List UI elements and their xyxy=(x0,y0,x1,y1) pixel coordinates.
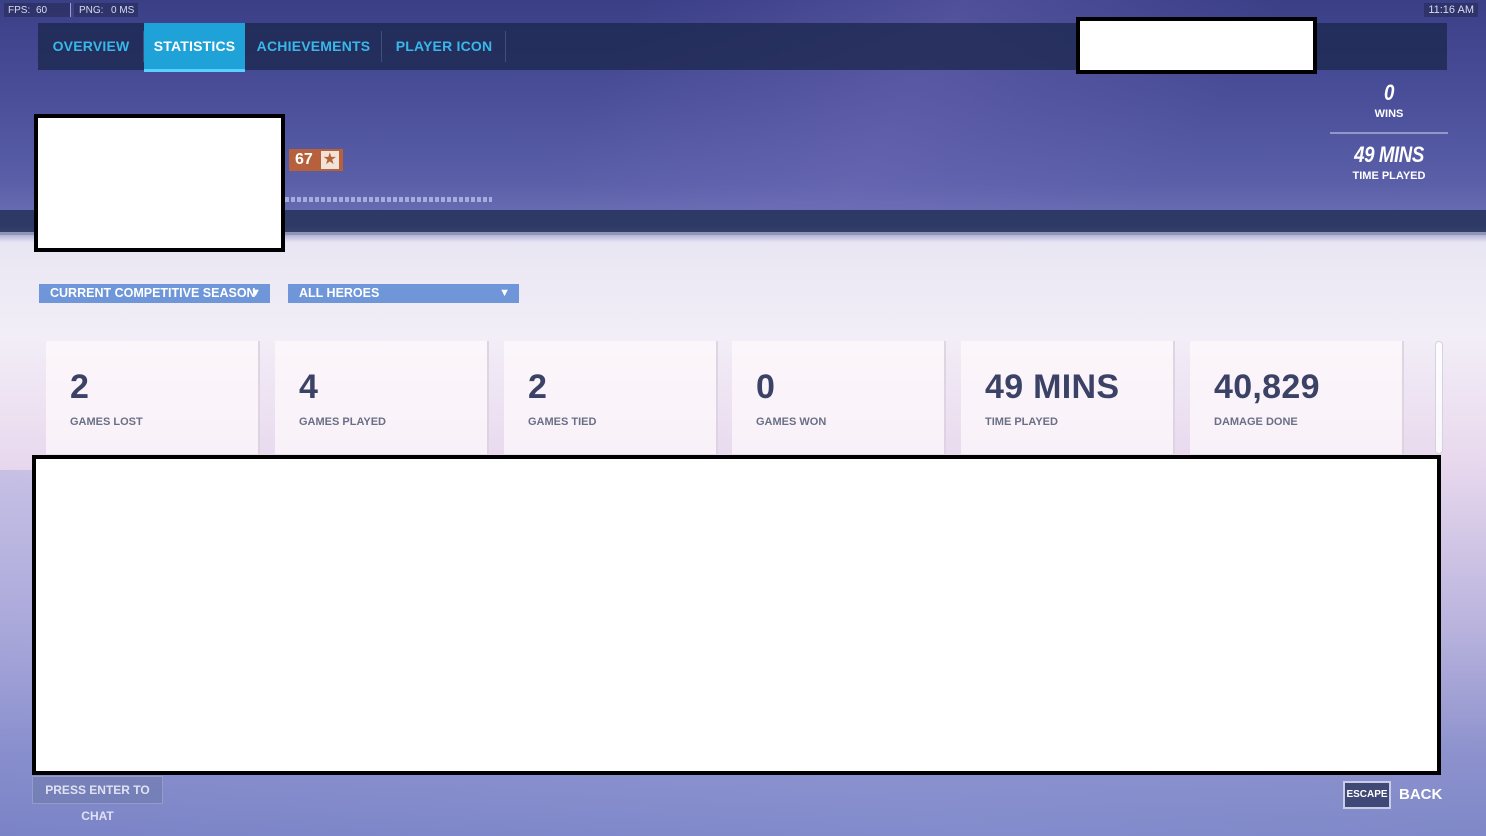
level-star-frame: ★ xyxy=(316,149,343,171)
stat-card: 40,829 DAMAGE DONE xyxy=(1190,341,1404,454)
xp-progress-bar xyxy=(285,197,492,202)
redacted-player-name xyxy=(1076,17,1317,74)
stat-value: 4 xyxy=(299,368,319,406)
tab-player-icon[interactable]: PLAYER ICON xyxy=(382,23,506,70)
stat-value: 40,829 xyxy=(1214,368,1320,406)
stat-label: DAMAGE DONE xyxy=(1214,416,1298,428)
heroes-dropdown-value: ALL HEROES xyxy=(299,286,380,300)
level-number: 67 xyxy=(289,149,317,171)
ping-counter: PNG: 0 MS xyxy=(74,3,138,17)
fps-counter: FPS: 60 xyxy=(4,3,71,17)
stat-card: 49 MINS TIME PLAYED xyxy=(961,341,1175,454)
star-icon: ★ xyxy=(320,151,339,169)
stat-label: GAMES LOST xyxy=(70,416,143,428)
redacted-player-portrait xyxy=(34,114,285,252)
summary-panel: 0 WINS 49 MINS TIME PLAYED xyxy=(1330,80,1448,182)
clock: 11:16 AM xyxy=(1424,3,1478,17)
stat-label: GAMES WON xyxy=(756,416,827,428)
back-button[interactable]: BACK xyxy=(1399,786,1442,803)
ping-value: 0 MS xyxy=(111,5,135,16)
chat-hint[interactable]: PRESS ENTER TO CHAT xyxy=(32,776,163,823)
redacted-stats-panel xyxy=(32,455,1441,775)
level-badge: 67 ★ xyxy=(289,149,343,171)
wins-value: 0 xyxy=(1384,80,1394,105)
stat-label: GAMES TIED xyxy=(528,416,597,428)
stat-value: 0 xyxy=(756,368,776,406)
time-played-label: TIME PLAYED xyxy=(1352,170,1426,182)
chevron-down-icon: ▼ xyxy=(499,287,510,299)
escape-key-icon[interactable]: ESCAPE xyxy=(1343,781,1391,809)
stat-cards: 2 GAMES LOST 4 GAMES PLAYED 2 GAMES TIED… xyxy=(46,341,1404,454)
tab-overview[interactable]: OVERVIEW xyxy=(38,23,144,70)
stat-cards-scrollbar[interactable] xyxy=(1435,341,1443,454)
time-played-value: 49 MINS xyxy=(1354,142,1424,167)
wins-label: WINS xyxy=(1374,108,1404,120)
stat-card: 4 GAMES PLAYED xyxy=(275,341,489,454)
fps-value: 60 xyxy=(36,5,48,16)
stat-value: 49 MINS xyxy=(985,368,1120,406)
tab-achievements[interactable]: ACHIEVEMENTS xyxy=(245,23,382,70)
ping-label: PNG: xyxy=(79,5,104,16)
stat-card: 2 GAMES LOST xyxy=(46,341,260,454)
stat-card: 0 GAMES WON xyxy=(732,341,946,454)
summary-divider xyxy=(1330,132,1448,134)
stat-card: 2 GAMES TIED xyxy=(504,341,718,454)
stat-label: TIME PLAYED xyxy=(985,416,1058,428)
chevron-down-icon: ▼ xyxy=(250,287,261,299)
stat-value: 2 xyxy=(70,368,90,406)
season-dropdown-value: CURRENT COMPETITIVE SEASON xyxy=(50,286,256,300)
tab-statistics[interactable]: STATISTICS xyxy=(144,23,245,72)
stat-label: GAMES PLAYED xyxy=(299,416,387,428)
stat-value: 2 xyxy=(528,368,548,406)
fps-label: FPS: xyxy=(8,5,31,16)
heroes-dropdown[interactable]: ALL HEROES ▼ xyxy=(288,284,519,303)
season-dropdown[interactable]: CURRENT COMPETITIVE SEASON ▼ xyxy=(39,284,270,303)
